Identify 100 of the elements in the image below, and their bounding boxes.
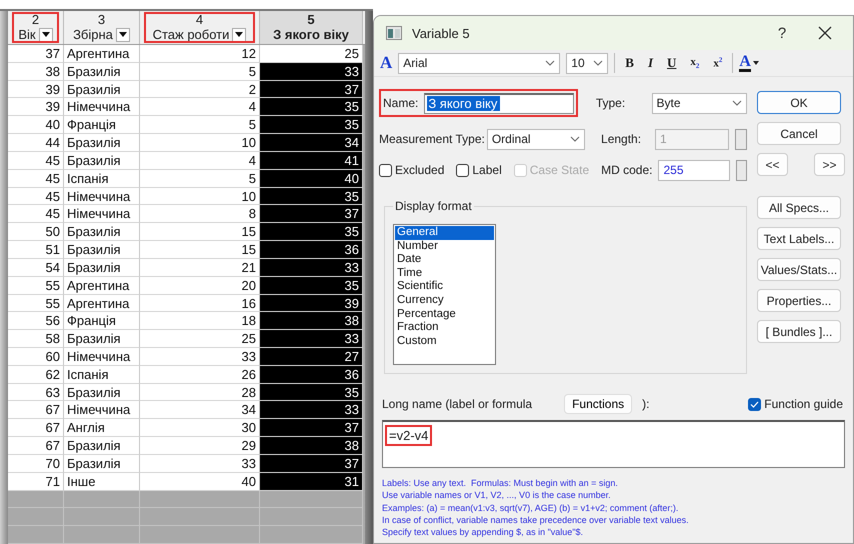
measurement-select[interactable]: Ordinal [486,128,586,150]
italic-button[interactable]: I [644,55,658,71]
table-cell: 45 [8,188,64,206]
list-item[interactable]: Currency [395,294,494,308]
table-cell: Бразилія [64,62,140,81]
list-item[interactable]: Custom [395,334,494,348]
table-cell: 40 [140,472,260,491]
column-header[interactable]: 5 З якого віку [260,10,363,44]
table-cell: 21 [140,258,260,277]
table-cell: 25 [260,44,363,63]
function-guide-checkbox[interactable]: Function guide [748,397,843,411]
font-select[interactable]: Arial [398,52,560,74]
name-label: Name: [383,96,418,110]
table-cell: 4 [140,98,260,116]
column-number: 4 [196,12,204,28]
table-cell: Бразилія [64,437,140,455]
table-cell: 36 [260,366,363,384]
column-label: Вік [18,27,36,42]
dropdown-icon[interactable] [38,28,53,42]
table-cell: 40 [260,170,363,188]
list-item[interactable]: Number [395,240,494,254]
table-cell: Німеччина [64,205,140,224]
table-cell: 34 [140,401,260,420]
table-cell: 71 [8,472,64,491]
chevron-down-icon [732,100,742,106]
type-select[interactable]: Byte [652,92,747,114]
table-cell: 4 [140,152,260,170]
list-item[interactable]: Fraction [395,321,494,335]
md-code-input[interactable]: 255 [658,160,730,180]
nav-button[interactable]: >> [814,153,845,176]
table-cell: Німеччина [64,401,140,420]
dialog-button[interactable]: Text Labels... [757,227,841,250]
long-name-label-end: ): [642,397,650,411]
list-item[interactable]: Time [395,266,494,280]
format-list[interactable]: General Number Date Time Scientific Currency Percentage Fraction Custom [393,224,496,365]
measurement-label: Measurement Type: [379,132,485,146]
nav-button[interactable]: << [757,153,788,176]
dropdown-icon[interactable] [116,28,130,42]
table-cell: Бразилія [64,241,140,259]
font-color-button[interactable]: A [739,54,759,72]
help-text: Use variable names or V1, V2, ..., V0 is the case number. [382,489,612,502]
superscript-button[interactable]: x$^{2}$ [709,56,726,70]
table-cell: 63 [8,384,64,402]
table-cell: 55 [8,294,64,312]
table-cell: Аргентина [64,276,140,294]
table-cell: Бразилія [64,258,140,277]
table-cell: 62 [8,366,64,384]
table-cell: 35 [260,384,363,402]
table-cell: 35 [260,276,363,294]
table-cell: 31 [260,472,363,491]
checkbox[interactable]: Label [456,163,502,177]
table-cell: Франція [64,116,140,134]
table-cell: 33 [260,330,363,348]
help-button[interactable]: ? [767,24,797,42]
list-item[interactable]: Percentage [395,308,494,322]
column-number: 3 [98,12,106,28]
table-cell: 37 [260,80,363,98]
dialog-button[interactable]: [ Bundles ]... [757,320,841,343]
list-item[interactable]: General [395,226,494,240]
list-item[interactable]: Date [395,253,494,267]
dialog-button[interactable]: All Specs... [757,196,841,219]
table-cell: Аргентина [64,44,140,63]
font-size-select[interactable]: 10 [566,52,608,74]
table-cell: 38 [260,312,363,330]
table-cell: 16 [140,294,260,312]
chevron-down-icon [593,60,604,66]
table-cell: 70 [8,454,64,473]
close-icon [818,26,832,40]
table-cell: 33 [260,62,363,81]
table-cell: 38 [8,62,64,81]
table-cell: 45 [8,170,64,188]
table-cell: 33 [140,454,260,473]
checkbox[interactable]: Excluded [379,163,444,177]
functions-button[interactable]: Functions [564,394,632,414]
window-title: Variable 5 [412,26,471,40]
underline-button[interactable]: U [663,55,680,71]
table-cell: 33 [260,401,363,420]
table-cell: 5 [140,170,260,188]
dialog-button[interactable]: Properties... [757,289,841,312]
table-cell: 58 [8,330,64,348]
bold-button[interactable]: B [621,55,638,71]
table-cell: Бразилія [64,384,140,402]
formula-text: =v2-v4 [385,425,432,446]
table-cell: Інше [64,472,140,491]
chevron-down-icon [545,60,556,66]
table-cell: 20 [140,276,260,294]
table-cell: 45 [8,152,64,170]
name-input[interactable]: З якого віку [424,92,574,114]
dialog-button[interactable]: Cancel [757,122,841,145]
list-item[interactable]: Scientific [395,280,494,294]
ok-button[interactable]: OK [757,91,841,114]
column-number: 2 [32,12,40,28]
table-cell: 55 [8,276,64,294]
dialog-button[interactable]: Values/Stats... [757,258,841,281]
table-cell: Німеччина [64,348,140,366]
dropdown-icon[interactable] [232,28,246,42]
subscript-button[interactable]: x$_{2}$ [686,56,704,70]
table-cell: 15 [140,241,260,259]
formula-field[interactable]: =v2-v4 [382,420,845,468]
table-cell: 67 [8,419,64,438]
